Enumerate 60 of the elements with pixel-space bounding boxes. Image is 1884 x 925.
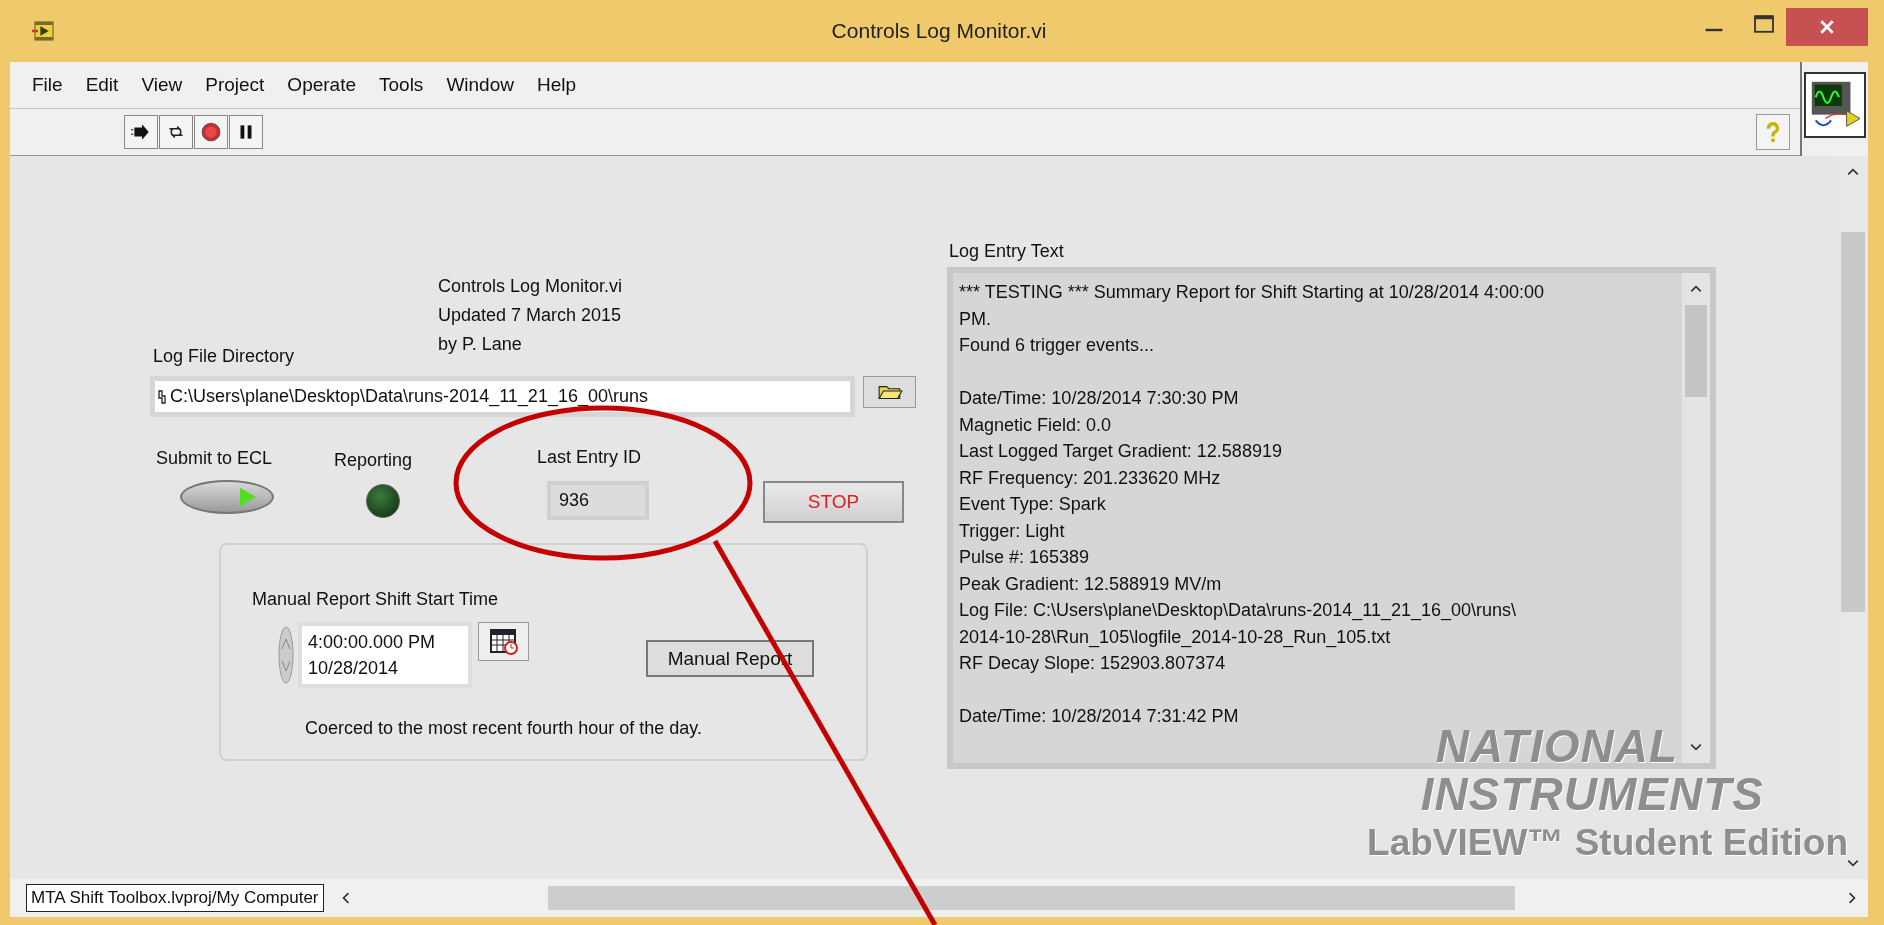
field-label: Log Entry Text <box>949 241 1064 262</box>
watermark-text: INSTRUMENTS <box>1420 770 1764 818</box>
note-text: Coerced to the most recent fourth hour of the day. <box>305 718 702 739</box>
run-button[interactable] <box>124 115 158 149</box>
menu-item[interactable]: Operate <box>287 74 356 96</box>
vi-icon <box>32 19 56 43</box>
close-icon <box>1819 19 1835 35</box>
path-field[interactable]: C:\Users\plane\Desktop\Data\runs-2014_11_21_16_00\runs <box>150 376 855 417</box>
watermark-text: NATIONAL <box>1435 722 1678 770</box>
description-text: by P. Lane <box>438 333 523 356</box>
log-line: Magnetic Field: 0.0 <box>959 413 1113 437</box>
menu-item[interactable]: File <box>32 74 63 96</box>
log-line: RF Frequency: 201.233620 MHz <box>959 466 1222 490</box>
menu-item[interactable]: Edit <box>85 74 119 96</box>
log-line: Date/Time: 10/28/2014 7:31:42 PM <box>959 705 1240 728</box>
indicator-label: Last Entry ID <box>537 447 642 468</box>
log-line: PM. <box>959 307 992 331</box>
field-label: Log File Directory <box>153 346 295 367</box>
calendar-button[interactable] <box>478 622 529 661</box>
log-line: Event Type: Spark <box>959 493 1107 516</box>
menu-item[interactable]: Tools <box>379 74 424 96</box>
log-line: Pulse #: 165389 <box>959 546 1091 569</box>
status-text: MTA Shift Toolbox.lvproj/My Computer <box>26 884 324 912</box>
description-text: Updated 7 March 2015 <box>438 304 623 327</box>
log-line: Last Logged Target Gradient: 12.588919 <box>959 440 1283 463</box>
scroll-bar[interactable] <box>1682 273 1710 763</box>
log-line: RF Decay Slope: 152903.807374 <box>959 652 1227 675</box>
oscilloscope-icon <box>1804 72 1866 138</box>
browse-button[interactable] <box>863 376 916 408</box>
log-line: Found 6 trigger events... <box>959 334 1156 357</box>
log-line: 2014-10-28\Run_105\logfile_2014-10-28_Run_105.txt <box>959 625 1392 650</box>
menu-item[interactable]: View <box>141 74 183 96</box>
numeric-indicator: 936 <box>547 481 649 520</box>
indicator-label: Reporting <box>334 450 413 471</box>
log-line: Peak Gradient: 12.588919 MV/m <box>959 572 1223 596</box>
stop-button[interactable]: STOP <box>763 481 904 523</box>
log-line: Date/Time: 10/28/2014 7:30:30 PM <box>959 387 1240 410</box>
menu-item[interactable]: Project <box>205 74 265 96</box>
folder-icon <box>876 383 903 401</box>
stop-icon <box>200 121 222 143</box>
maximize-icon[interactable] <box>1752 12 1776 36</box>
triangle-icon <box>240 487 256 507</box>
pause-button[interactable] <box>229 115 263 149</box>
log-line: *** TESTING *** Summary Report for Shift Starting at 10/28/2014 4:00:00 <box>959 281 1545 304</box>
menu-item[interactable]: Help <box>536 74 577 96</box>
description-text: Controls Log Monitor.vi <box>438 275 623 298</box>
log-line: Trigger: Light <box>959 519 1066 543</box>
calendar-icon <box>488 627 519 656</box>
run-continuously-button[interactable] <box>159 115 193 149</box>
close-button[interactable] <box>1786 8 1868 46</box>
timestamp-field[interactable]: 4:00:00.000 PM 10/28/2014 <box>298 622 472 688</box>
menu-item[interactable]: Window <box>446 74 514 96</box>
window-title: Controls Log Monitor.vi <box>831 19 1047 43</box>
field-label: Manual Report Shift Start Time <box>252 589 499 610</box>
abort-button[interactable] <box>194 115 228 149</box>
switch-label: Submit to ECL <box>156 448 273 469</box>
watermark-text: LabVIEW™ Student Edition <box>1367 822 1848 864</box>
path-icon <box>158 389 166 404</box>
help-button[interactable] <box>1756 114 1790 150</box>
log-line: Log File: C:\Users\plane\Desktop\Data\runs-2014_11_21_16_00\runs\ <box>959 599 1517 623</box>
